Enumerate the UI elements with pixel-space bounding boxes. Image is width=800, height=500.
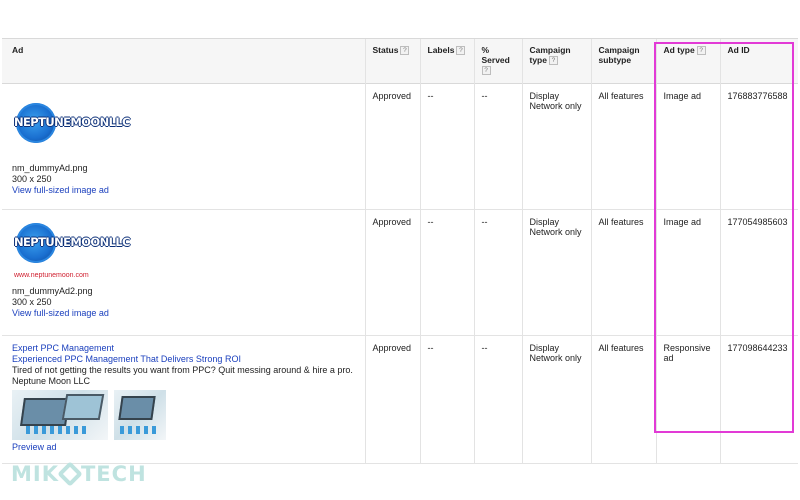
laptop-dashboard-thumbnail <box>114 389 166 440</box>
column-header-served[interactable]: % Served? <box>474 39 523 83</box>
preview-ad-link[interactable]: Preview ad <box>12 442 358 453</box>
column-header-label: Ad <box>12 45 24 55</box>
ad-cell: NEPTUNEMOONLLC www.neptunemoon.com nm_du… <box>2 209 366 335</box>
ad-id-cell: 177098644233 <box>727 342 788 353</box>
column-header-label: Campaign <box>598 45 640 55</box>
column-header-label: % <box>481 45 490 55</box>
ad-file-name: nm_dummyAd.png <box>12 162 88 173</box>
column-header-label: Campaign <box>529 45 571 55</box>
ad-headline-2[interactable]: Experienced PPC Management That Delivers… <box>12 354 358 365</box>
ad-business-name: Neptune Moon LLC <box>12 375 91 386</box>
watermark-text-right: TECH <box>80 462 147 486</box>
watermark-text-left: MIK <box>11 462 59 486</box>
help-icon[interactable]: ? <box>696 46 706 56</box>
ad-description: Tired of not getting the results you wan… <box>12 364 353 375</box>
status-cell: Approved <box>365 209 421 335</box>
campaign-subtype-cell: All features <box>591 335 657 463</box>
ad-id-cell: 176883776588 <box>727 90 788 101</box>
ad-cell: Expert PPC Management Experienced PPC Ma… <box>2 335 366 463</box>
help-icon[interactable]: ? <box>456 46 466 56</box>
column-header-status[interactable]: Status? <box>365 39 421 83</box>
served-cell: -- <box>474 335 523 463</box>
neptune-moon-logo: NEPTUNEMOONLLC <box>14 101 130 149</box>
ad-dimensions: 300 x 250 <box>12 296 52 307</box>
ads-table: Ad Status? Labels? % Served? Campaign type… <box>2 39 798 464</box>
campaign-type-cell: Display Network only <box>522 335 592 463</box>
column-header-ad-type[interactable]: Ad type? <box>656 39 721 83</box>
status-cell: Approved <box>365 335 421 463</box>
column-header-label: Served <box>481 55 510 65</box>
view-full-image-link[interactable]: View full-sized image ad <box>12 185 358 196</box>
campaign-subtype-cell: All features <box>591 83 657 209</box>
ad-type-cell: Responsive ad <box>656 335 721 463</box>
watermark-logo: MIK TECH <box>11 461 147 487</box>
ad-file-name: nm_dummyAd2.png <box>12 285 93 296</box>
status-cell: Approved <box>365 83 421 209</box>
campaign-subtype-cell: All features <box>591 209 657 335</box>
campaign-type-cell: Display Network only <box>522 83 592 209</box>
labels-cell[interactable]: -- <box>420 209 475 335</box>
help-icon[interactable]: ? <box>481 66 491 76</box>
table-header-row: Ad Status? Labels? % Served? Campaign type… <box>2 39 798 83</box>
ad-type-cell: Image ad <box>656 83 721 209</box>
column-header-ad-id[interactable]: Ad ID <box>720 39 798 83</box>
labels-cell[interactable]: -- <box>420 83 475 209</box>
logo-wordmark: NEPTUNEMOONLLC <box>14 114 130 129</box>
neptune-moon-logo: NEPTUNEMOONLLC <box>14 221 130 269</box>
watermark-diamond-icon <box>57 461 83 487</box>
column-header-labels[interactable]: Labels? <box>420 39 475 83</box>
table-row: Expert PPC Management Experienced PPC Ma… <box>2 335 798 463</box>
column-header-label: type <box>529 55 547 65</box>
ad-dimensions: 300 x 250 <box>12 173 52 184</box>
ads-report-screen: Ad Status? Labels? % Served? Campaign type… <box>0 0 800 500</box>
labels-cell[interactable]: -- <box>420 335 475 463</box>
column-header-label: Ad type <box>663 45 695 55</box>
column-header-label: Labels <box>427 45 455 55</box>
column-header-label: Ad ID <box>727 45 750 55</box>
logo-url-text: www.neptunemoon.com <box>14 271 89 279</box>
laptop-dashboard-thumbnail <box>12 389 108 440</box>
ad-cell: NEPTUNEMOONLLC nm_dummyAd.png 300 x 250 … <box>2 83 366 209</box>
help-icon[interactable]: ? <box>400 46 410 56</box>
ad-id-cell: 177054985603 <box>727 216 788 227</box>
logo-wordmark: NEPTUNEMOONLLC <box>14 234 130 249</box>
table-row: NEPTUNEMOONLLC nm_dummyAd.png 300 x 250 … <box>2 83 798 209</box>
served-cell: -- <box>474 83 523 209</box>
view-full-image-link[interactable]: View full-sized image ad <box>12 308 358 319</box>
column-header-label: Status <box>372 45 399 55</box>
campaign-type-cell: Display Network only <box>522 209 592 335</box>
column-header-label: subtype <box>598 55 632 65</box>
column-header-ad[interactable]: Ad <box>2 39 366 83</box>
ad-type-cell: Image ad <box>656 209 721 335</box>
ad-headline-1[interactable]: Expert PPC Management <box>12 343 358 354</box>
ad-image-thumbnails <box>12 389 358 440</box>
column-header-campaign-type[interactable]: Campaign type? <box>522 39 592 83</box>
table-row: NEPTUNEMOONLLC www.neptunemoon.com nm_du… <box>2 209 798 335</box>
column-header-campaign-subtype[interactable]: Campaign subtype <box>591 39 657 83</box>
help-icon[interactable]: ? <box>548 56 558 66</box>
served-cell: -- <box>474 209 523 335</box>
ads-table-container: Ad Status? Labels? % Served? Campaign type… <box>2 38 798 464</box>
